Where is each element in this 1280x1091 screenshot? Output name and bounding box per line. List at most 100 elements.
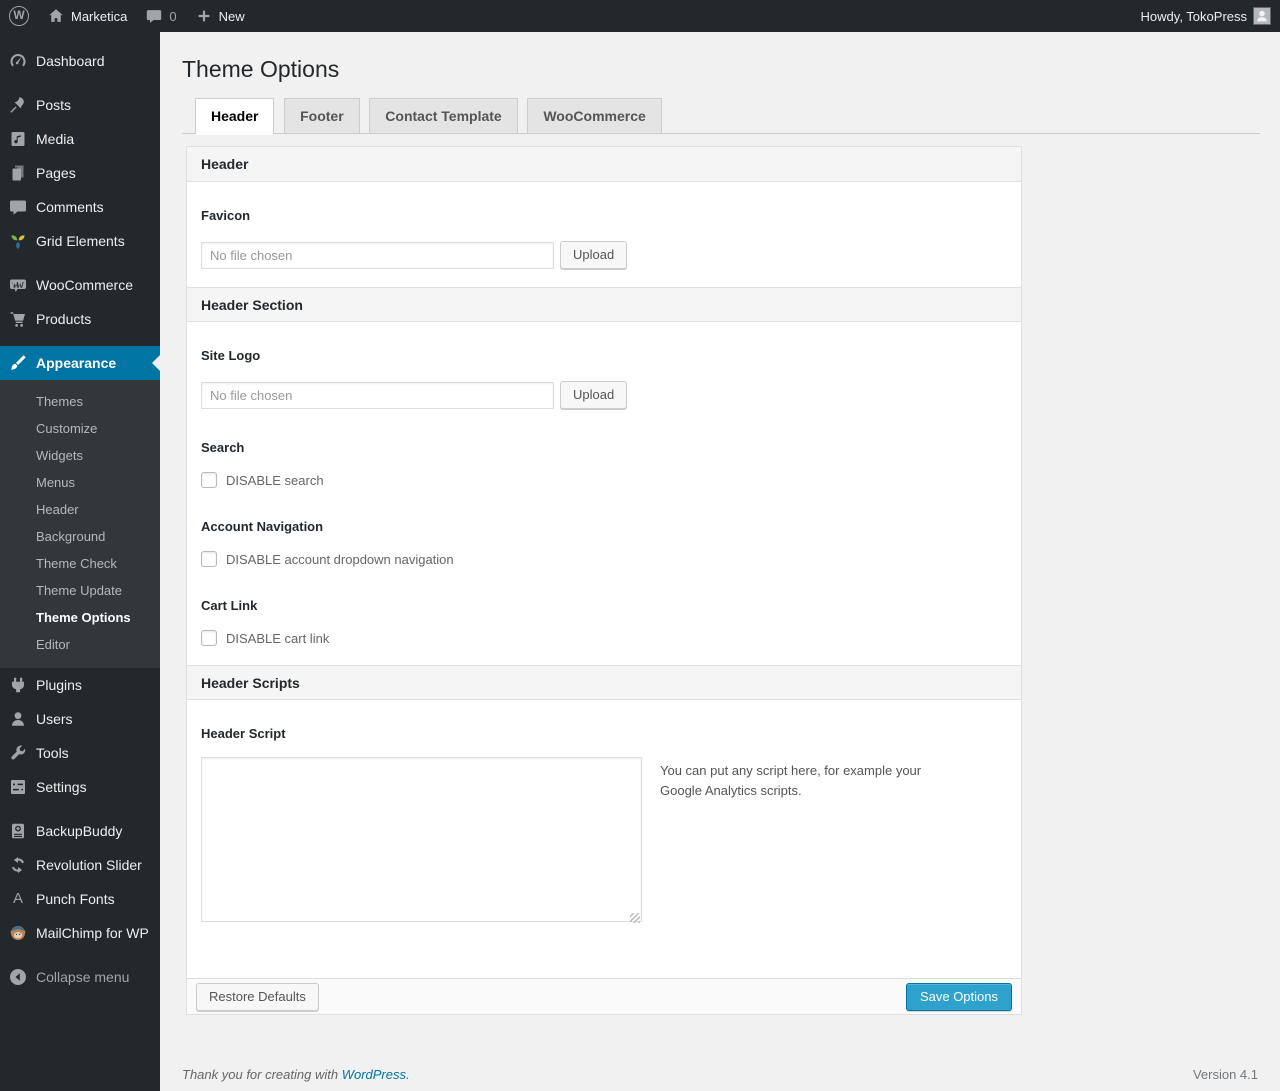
section-header-scripts-body: Header Script You can put any script her… [187,700,1021,978]
sidebar-item-label: Posts [36,97,72,113]
sidebar-item-label: Products [36,311,92,327]
disable-cart-link-checkbox[interactable] [201,630,217,646]
disable-account-nav-checkbox[interactable] [201,551,217,567]
save-options-button[interactable]: Save Options [905,982,1012,1011]
sidebar-item-grid-elements[interactable]: Grid Elements [0,224,160,258]
menu-separator [0,258,160,268]
section-header-section-body: Site Logo Upload Search DISABLE search A… [187,322,1021,665]
footer-version: Version 4.1 [1192,1067,1258,1082]
sidebar-item-media[interactable]: Media [0,122,160,156]
wordpress-link[interactable]: WordPress. [342,1067,410,1082]
sidebar-item-settings[interactable]: Settings [0,770,160,804]
submenu-item-themes[interactable]: Themes [0,388,160,415]
submenu-item-theme-check[interactable]: Theme Check [0,550,160,577]
disable-cart-link-checkbox-label[interactable]: DISABLE cart link [226,631,329,646]
account-menu[interactable]: Howdy, TokoPress [1132,0,1280,32]
comments-icon [10,200,26,215]
tab-header[interactable]: Header [195,98,275,135]
sidebar-item-revolution-slider[interactable]: Revolution Slider [0,848,160,882]
section-title: Header [201,156,249,172]
sidebar-item-comments[interactable]: Comments [0,190,160,224]
account-navigation-label: Account Navigation [201,519,324,534]
section-header-body: Favicon Upload [187,182,1021,287]
favicon-upload-button[interactable]: Upload [560,241,628,269]
avatar-person-icon [1254,8,1270,24]
main-content: Theme Options Header Footer Contact Temp… [160,32,1280,1091]
comments-menu[interactable]: 0 [136,0,185,32]
header-script-textarea[interactable] [201,757,642,922]
favicon-file-input[interactable] [201,241,554,269]
grid-elements-icon [11,235,25,249]
sidebar-item-tools[interactable]: Tools [0,736,160,770]
new-label: New [218,8,245,24]
sidebar-item-label: Settings [36,779,87,795]
sidebar-item-posts[interactable]: Posts [0,88,160,122]
sidebar-item-mailchimp[interactable]: MailChimp for WP [0,916,160,950]
sidebar-item-label: Pages [36,165,76,181]
submenu-item-customize[interactable]: Customize [0,415,160,442]
page-title: Theme Options [182,56,340,82]
footer-thankyou: Thank you for creating with WordPress. [182,1067,410,1082]
site-name-menu[interactable]: Marketica [38,0,136,32]
sidebar-item-plugins[interactable]: Plugins [0,668,160,702]
sidebar-item-backupbuddy[interactable]: BackupBuddy [0,814,160,848]
panel-footer: Restore Defaults Save Options [187,978,1021,1014]
site-logo-file-input[interactable] [201,381,554,409]
revolution-slider-icon [11,857,25,873]
avatar [1253,7,1271,25]
search-label: Search [201,440,245,455]
submenu-item-theme-options[interactable]: Theme Options [0,604,160,631]
section-title: Header Section [201,296,303,313]
sidebar-item-users[interactable]: Users [0,702,160,736]
menu-separator [0,78,160,88]
sidebar-item-punch-fonts[interactable]: A Punch Fonts [0,882,160,916]
sidebar-item-label: Comments [36,199,104,215]
submenu-item-editor[interactable]: Editor [0,631,160,658]
section-header-scripts: Header Scripts [187,665,1021,700]
submenu-item-background[interactable]: Background [0,523,160,550]
wp-logo-menu[interactable]: W [0,0,38,32]
section-header: Header [187,147,1021,182]
collapse-icon [10,969,26,985]
sidebar-item-pages[interactable]: Pages [0,156,160,190]
new-content-menu[interactable]: New [186,0,254,32]
tab-woocommerce[interactable]: WooCommerce [527,98,662,133]
sidebar-item-label: Revolution Slider [36,857,142,873]
media-icon [11,132,25,146]
disable-search-checkbox[interactable] [201,472,217,488]
home-icon [49,9,63,22]
sidebar-item-label: Grid Elements [36,233,125,249]
disable-account-nav-checkbox-label[interactable]: DISABLE account dropdown navigation [226,552,454,567]
sidebar-item-appearance[interactable]: Appearance [0,346,160,380]
tab-bar: Header Footer Contact Template WooCommer… [182,98,1260,135]
sidebar-item-products[interactable]: Products [0,302,160,336]
tab-footer[interactable]: Footer [284,98,360,133]
submenu-item-widgets[interactable]: Widgets [0,442,160,469]
header-script-help: You can put any script here, for example… [660,763,922,799]
footer-thankyou-text: Thank you for creating with [182,1067,342,1082]
woocommerce-icon [10,279,26,292]
tab-contact-template[interactable]: Contact Template [369,98,518,133]
sidebar-item-dashboard[interactable]: Dashboard [0,44,160,78]
page-footer: Thank you for creating with WordPress. V… [182,1067,1258,1082]
submenu-item-header[interactable]: Header [0,496,160,523]
tools-icon [11,745,26,760]
favicon-label: Favicon [201,208,251,223]
restore-defaults-button[interactable]: Restore Defaults [196,982,319,1011]
sidebar-item-label: Media [36,131,75,147]
wordpress-logo-icon: W [9,6,29,26]
sidebar-item-woocommerce[interactable]: WooCommerce [0,268,160,302]
sidebar-item-collapse-menu[interactable]: Collapse menu [0,960,160,994]
submenu-item-menus[interactable]: Menus [0,469,160,496]
dashboard-icon [10,53,26,67]
site-logo-upload-button[interactable]: Upload [560,381,628,409]
disable-search-checkbox-label[interactable]: DISABLE search [226,473,324,488]
sidebar-item-label: Collapse menu [36,969,130,985]
submenu-item-theme-update[interactable]: Theme Update [0,577,160,604]
pages-icon [12,165,24,181]
header-script-label: Header Script [201,726,286,741]
site-name: Marketica [71,8,128,24]
sidebar-item-label: MailChimp for WP [36,925,149,941]
settings-icon [11,780,25,794]
sidebar-item-label: Punch Fonts [36,891,115,907]
